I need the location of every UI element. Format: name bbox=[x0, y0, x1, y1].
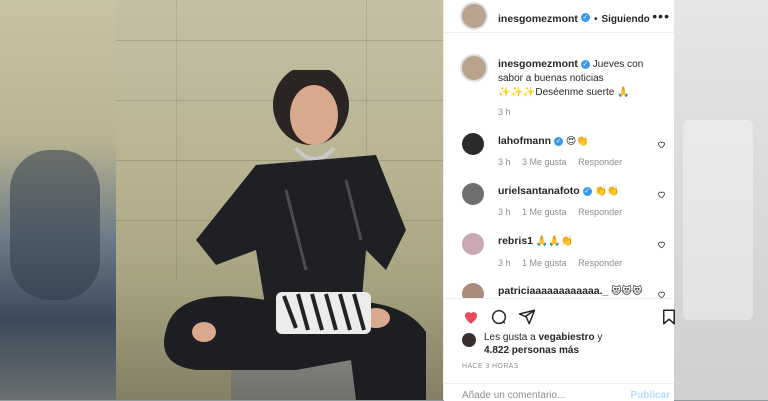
comment-username[interactable]: rebris1 bbox=[498, 235, 533, 247]
publish-button[interactable]: Publicar bbox=[631, 390, 670, 401]
comment-text: 👏👏 bbox=[594, 186, 620, 197]
comment-item: rebris1 🙏🙏👏 bbox=[498, 235, 573, 247]
jacket-shape bbox=[196, 155, 406, 310]
more-options-icon[interactable]: ••• bbox=[652, 8, 670, 24]
caption-block: inesgomezmont ✓ Jueves con sabor a buenas… bbox=[498, 57, 670, 100]
comment-meta: 3 h 1 Me gusta Responder bbox=[498, 207, 631, 217]
comment-meta: 3 h 3 Me gusta Responder bbox=[498, 157, 631, 167]
blurred-backdrop-left bbox=[0, 0, 116, 400]
comment-item: patriciaaaaaaaaaaaa._ 😻😻😻 bbox=[498, 285, 642, 297]
likes-summary: Les gusta a vegabiestro y 4.822 personas… bbox=[484, 331, 602, 357]
bookmark-icon[interactable] bbox=[660, 308, 678, 326]
caption-username[interactable]: inesgomezmont bbox=[498, 58, 578, 70]
author-avatar[interactable] bbox=[460, 2, 488, 30]
author-username[interactable]: inesgomezmont bbox=[498, 13, 578, 25]
comment-meta: 3 h 1 Me gusta Responder bbox=[498, 258, 631, 268]
comment-username[interactable]: patriciaaaaaaaaaaaa._ bbox=[498, 285, 608, 297]
reply-button[interactable]: Responder bbox=[578, 207, 622, 217]
hand-shape bbox=[192, 322, 216, 342]
comment-avatar[interactable] bbox=[462, 233, 484, 255]
comment-item: urielsantanafoto ✓ 👏👏 bbox=[498, 185, 619, 197]
reply-button[interactable]: Responder bbox=[578, 258, 622, 268]
face-shape bbox=[290, 85, 338, 145]
caption-time: 3 h bbox=[498, 107, 511, 117]
woman-figure bbox=[164, 70, 426, 400]
action-bar: Les gusta a vegabiestro y 4.822 personas… bbox=[444, 298, 675, 401]
heart-icon[interactable] bbox=[462, 308, 480, 326]
post-header: inesgomezmont ✓ • Siguiendo ••• bbox=[444, 0, 674, 33]
small-heart-icon[interactable] bbox=[657, 240, 666, 249]
comment-text: 🙏🙏👏 bbox=[535, 236, 574, 247]
comment-icon[interactable] bbox=[490, 308, 508, 326]
likes-suffix: y bbox=[597, 332, 603, 343]
post-time[interactable]: HACE 3 HORAS bbox=[462, 363, 519, 370]
post-photo[interactable] bbox=[116, 0, 443, 400]
separator-dot: • bbox=[593, 14, 598, 25]
comment-likes[interactable]: 3 Me gusta bbox=[522, 157, 567, 167]
verified-badge-icon: ✓ bbox=[580, 59, 590, 69]
divider bbox=[444, 383, 674, 384]
likes-prefix: Les gusta a bbox=[484, 332, 536, 343]
share-icon[interactable] bbox=[518, 308, 536, 326]
small-heart-icon[interactable] bbox=[657, 190, 666, 199]
blurred-backdrop-right bbox=[673, 0, 768, 400]
comment-text: 😻😻😻 bbox=[611, 286, 643, 297]
post-side-panel: inesgomezmont ✓ • Siguiendo ••• inesgomezmo… bbox=[443, 0, 675, 401]
caption-avatar[interactable] bbox=[460, 54, 488, 82]
verified-badge-icon: ✓ bbox=[582, 186, 592, 196]
comment-username[interactable]: urielsantanafoto bbox=[498, 185, 580, 197]
comment-likes[interactable]: 1 Me gusta bbox=[522, 258, 567, 268]
reply-button[interactable]: Responder bbox=[578, 157, 622, 167]
comment-time: 3 h bbox=[498, 258, 511, 268]
verified-badge-icon: ✓ bbox=[580, 13, 590, 23]
verified-badge-icon: ✓ bbox=[554, 136, 564, 146]
comment-item: lahofmann ✓ 😍👏 bbox=[498, 135, 589, 147]
comment-likes[interactable]: 1 Me gusta bbox=[522, 207, 567, 217]
comment-username[interactable]: lahofmann bbox=[498, 135, 551, 147]
liker-username[interactable]: vegabiestro bbox=[539, 332, 595, 343]
small-heart-icon[interactable] bbox=[657, 140, 666, 149]
comment-time: 3 h bbox=[498, 157, 511, 167]
comment-avatar[interactable] bbox=[462, 183, 484, 205]
following-button[interactable]: Siguiendo bbox=[601, 14, 649, 25]
comment-avatar[interactable] bbox=[462, 133, 484, 155]
comment-text: 😍👏 bbox=[565, 136, 589, 147]
necklace-shape bbox=[294, 146, 336, 161]
wall-joint bbox=[116, 40, 443, 41]
comment-time: 3 h bbox=[498, 207, 511, 217]
liker-avatar[interactable] bbox=[462, 333, 476, 347]
likes-others[interactable]: 4.822 personas más bbox=[484, 345, 579, 356]
comment-input[interactable]: Añade un comentario... bbox=[462, 390, 565, 401]
